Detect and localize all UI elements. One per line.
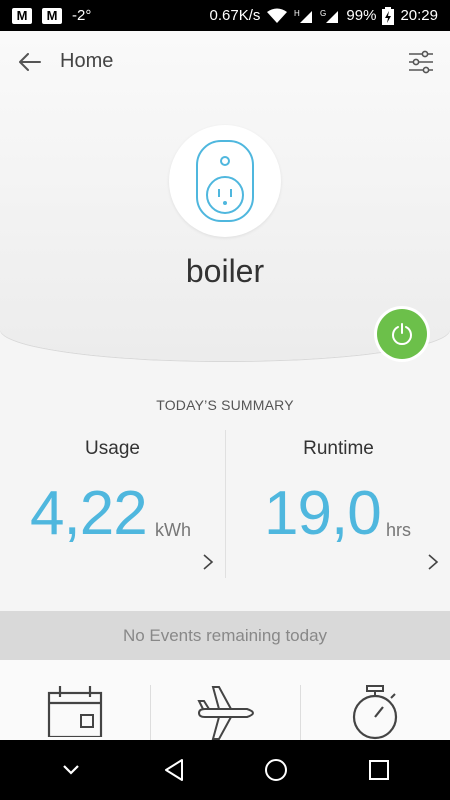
chevron-down-icon [63,765,80,775]
net-h-label: H [294,9,300,18]
device-header: Home boiler [0,31,450,361]
hide-keyboard-button[interactable] [51,750,91,790]
events-status-bar: No Events remaining today [0,611,450,660]
recents-square-icon [368,760,389,780]
status-bar: -2° 0.67K/s H G 99% [0,0,450,31]
home-circle-icon [265,759,288,781]
usage-unit: kWh [155,520,191,540]
sliders-icon [409,50,433,74]
temperature-text: -2° [72,7,92,24]
usage-label: Usage [85,438,140,459]
timer-tab[interactable] [300,660,450,740]
summary-title: TODAY’S SUMMARY [156,397,294,413]
system-back-button[interactable] [154,750,194,790]
power-toggle-button[interactable] [374,306,430,362]
summary-panel: Usage 4,22 kWh Runtime 19,0 hrs [0,430,450,578]
signal-icon: G [320,8,340,24]
clock-text: 20:29 [400,7,438,24]
arrow-left-icon [19,53,41,71]
airplane-icon [197,686,255,740]
battery-charging-icon [382,6,395,25]
system-home-button[interactable] [256,750,296,790]
runtime-value: 19,0 [264,479,382,548]
runtime-unit: hrs [386,520,412,540]
stopwatch-icon [352,685,398,740]
mail-icon [42,7,62,24]
system-recents-button[interactable] [359,750,399,790]
chevron-right-icon [428,554,439,570]
usage-card[interactable]: Usage 4,22 kWh [0,430,225,578]
settings-button[interactable] [406,47,436,77]
runtime-card[interactable]: Runtime 19,0 hrs [225,430,450,578]
back-triangle-icon [164,759,183,781]
power-button-inner [377,309,427,359]
calendar-icon [47,686,103,737]
device-name: boiler [185,253,265,289]
net-g-label: G [320,9,326,18]
chevron-right-icon [203,554,214,570]
device-icon-circle [169,125,281,237]
wifi-icon [266,8,288,24]
battery-text: 99% [346,7,377,24]
events-text: No Events remaining today [122,625,328,645]
net-speed-text: 0.67K/s [209,7,261,24]
action-tabs [0,660,450,740]
usage-value: 4,22 [30,479,148,548]
runtime-label: Runtime [303,438,374,459]
mail-icon [12,7,32,24]
away-mode-tab[interactable] [150,660,300,740]
page-title: Home [60,50,114,72]
smart-plug-icon [196,140,254,222]
signal-icon: H [294,8,314,24]
system-nav-bar [0,740,450,800]
back-button[interactable] [14,47,46,77]
power-icon [392,323,412,346]
schedule-tab[interactable] [0,660,150,740]
